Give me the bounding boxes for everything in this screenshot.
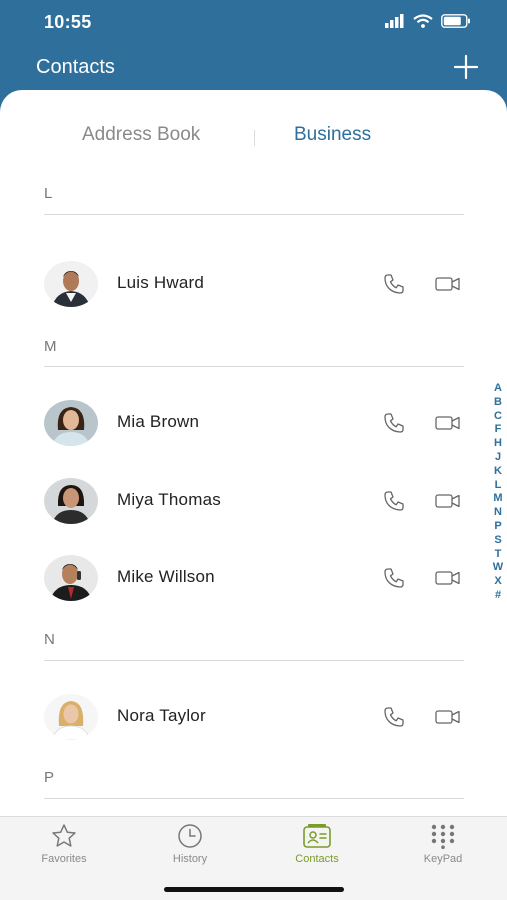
contact-name: Luis Hward xyxy=(117,273,205,292)
index-letter[interactable]: # xyxy=(495,589,501,603)
section-header-p: P xyxy=(44,769,55,786)
tab-address-book[interactable]: Address Book xyxy=(82,124,200,146)
phone-icon xyxy=(384,413,404,433)
section-header-m: M xyxy=(44,338,57,355)
tab-history[interactable]: History xyxy=(140,823,240,865)
contacts-sheet: Address Book Business L Luis Hward M Mia… xyxy=(0,90,507,816)
alphabet-index[interactable]: A B C F H J K L M N P S T W X # xyxy=(490,382,506,603)
avatar xyxy=(44,261,98,307)
tab-label: Favorites xyxy=(41,853,87,865)
video-call-button[interactable] xyxy=(434,272,462,296)
tab-business[interactable]: Business xyxy=(294,124,371,146)
call-button[interactable] xyxy=(382,272,406,296)
contact-source-tabs: Address Book Business xyxy=(0,90,507,182)
index-letter[interactable]: K xyxy=(494,465,502,479)
add-contact-button[interactable] xyxy=(451,52,481,82)
section-divider xyxy=(44,660,464,661)
avatar xyxy=(44,478,98,524)
video-call-button[interactable] xyxy=(434,411,462,435)
index-letter[interactable]: W xyxy=(493,561,503,575)
tab-label: KeyPad xyxy=(423,853,463,865)
phone-icon xyxy=(384,274,404,294)
signal-icon xyxy=(385,14,404,28)
video-call-button[interactable] xyxy=(434,489,462,513)
section-header-n: N xyxy=(44,631,55,648)
call-button[interactable] xyxy=(382,566,406,590)
contact-row-mike-willson[interactable]: Mike Willson xyxy=(0,548,480,608)
video-icon xyxy=(435,571,460,585)
index-letter[interactable]: A xyxy=(494,382,502,396)
index-letter[interactable]: T xyxy=(495,548,502,562)
video-icon xyxy=(435,710,460,724)
index-letter[interactable]: X xyxy=(494,575,501,589)
phone-icon xyxy=(384,568,404,588)
section-divider xyxy=(44,214,464,215)
index-letter[interactable]: P xyxy=(494,520,501,534)
tab-label: History xyxy=(172,853,208,865)
contact-row-luis-hward[interactable]: Luis Hward xyxy=(0,254,480,314)
video-icon xyxy=(435,494,460,508)
section-divider xyxy=(44,798,464,799)
video-call-button[interactable] xyxy=(434,566,462,590)
phone-icon xyxy=(384,491,404,511)
status-time: 10:55 xyxy=(44,12,92,32)
status-icons xyxy=(385,14,471,28)
bottom-tab-bar: Favorites History Contacts KeyPad xyxy=(0,816,507,900)
avatar xyxy=(44,694,98,740)
index-letter[interactable]: B xyxy=(494,396,502,410)
contacts-card-icon xyxy=(303,824,331,848)
video-call-button[interactable] xyxy=(434,705,462,729)
keypad-icon xyxy=(431,824,455,849)
wifi-icon xyxy=(413,14,433,28)
index-letter[interactable]: C xyxy=(494,410,502,424)
phone-icon xyxy=(384,707,404,727)
clock-icon xyxy=(178,824,202,848)
contact-name: Miya Thomas xyxy=(117,490,221,509)
index-letter[interactable]: L xyxy=(495,479,502,493)
tab-keypad[interactable]: KeyPad xyxy=(393,823,493,865)
page-title: Contacts xyxy=(36,56,115,78)
star-icon xyxy=(52,824,76,847)
index-letter[interactable]: S xyxy=(494,534,501,548)
home-indicator xyxy=(164,887,344,892)
contact-name: Mike Willson xyxy=(117,567,215,586)
contact-row-mia-brown[interactable]: Mia Brown xyxy=(0,393,480,453)
contact-row-miya-thomas[interactable]: Miya Thomas xyxy=(0,471,480,531)
contact-row-nora-taylor[interactable]: Nora Taylor xyxy=(0,687,480,747)
tab-contacts[interactable]: Contacts xyxy=(267,823,367,865)
plus-icon xyxy=(453,54,479,80)
section-divider xyxy=(44,366,464,367)
index-letter[interactable]: F xyxy=(495,423,502,437)
section-header-l: L xyxy=(44,185,53,202)
avatar xyxy=(44,400,98,446)
battery-icon xyxy=(441,14,470,28)
index-letter[interactable]: H xyxy=(494,437,502,451)
call-button[interactable] xyxy=(382,705,406,729)
avatar xyxy=(44,555,98,601)
tab-divider xyxy=(254,130,255,146)
contact-name: Mia Brown xyxy=(117,412,200,431)
call-button[interactable] xyxy=(382,489,406,513)
index-letter[interactable]: J xyxy=(495,451,501,465)
call-button[interactable] xyxy=(382,411,406,435)
tab-favorites[interactable]: Favorites xyxy=(14,823,114,865)
index-letter[interactable]: M xyxy=(493,492,502,506)
tab-label: Contacts xyxy=(295,853,339,865)
contact-name: Nora Taylor xyxy=(117,706,206,725)
video-icon xyxy=(435,416,460,430)
video-icon xyxy=(435,277,460,291)
index-letter[interactable]: N xyxy=(494,506,502,520)
